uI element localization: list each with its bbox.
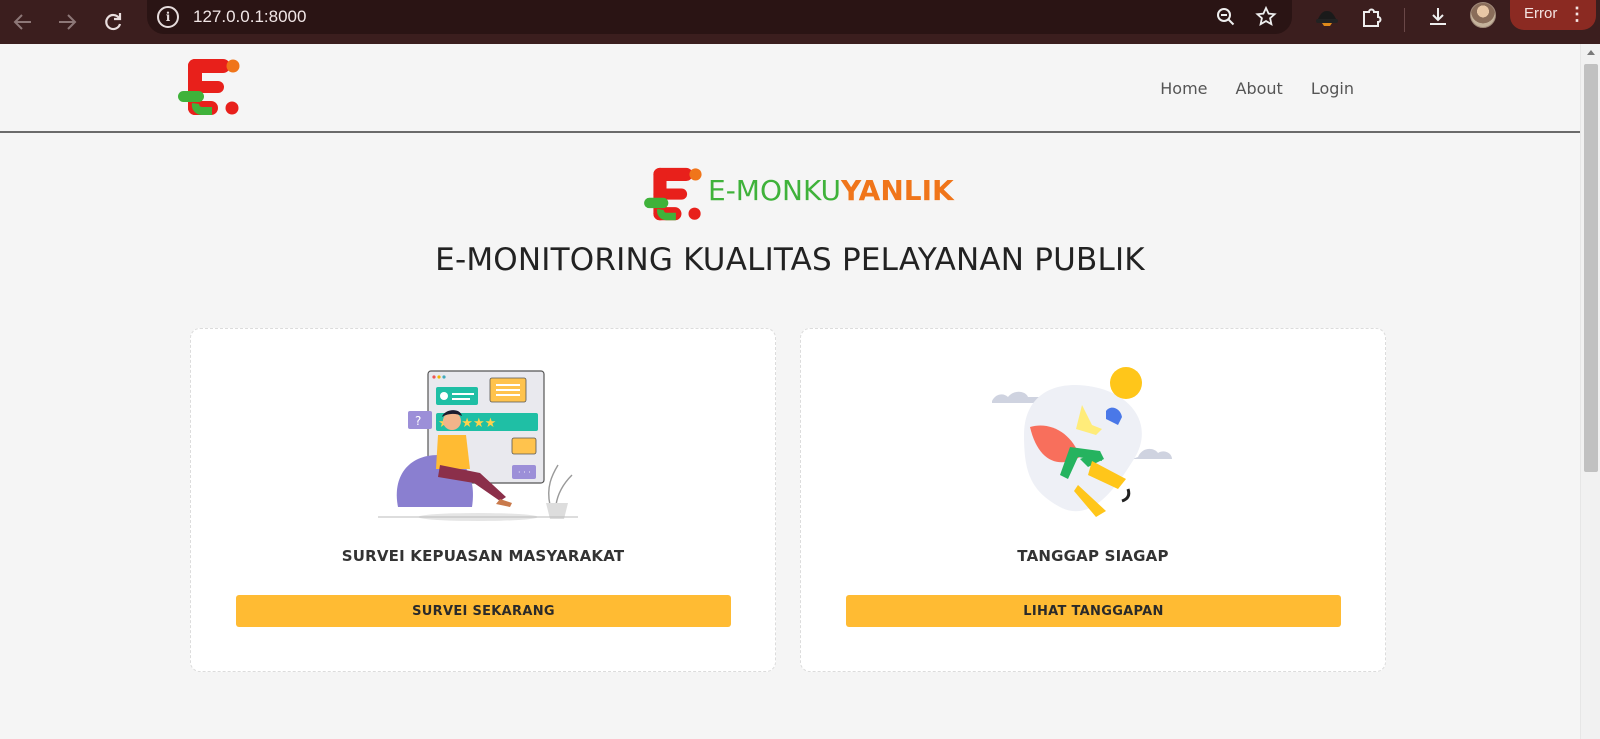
zoom-out-icon[interactable]	[1211, 2, 1241, 32]
nav-link-login[interactable]: Login	[1309, 75, 1356, 102]
download-icon[interactable]	[1423, 2, 1453, 32]
forward-icon[interactable]	[49, 4, 85, 40]
svg-text:· · ·: · · ·	[518, 468, 531, 477]
response-card-title: TANGGAP SIAGAP	[1017, 547, 1169, 565]
view-responses-button[interactable]: LIHAT TANGGAPAN	[846, 595, 1341, 627]
profile-avatar[interactable]	[1470, 2, 1496, 28]
brand-wordmark-part1: E-MONKU	[708, 174, 842, 207]
reload-icon[interactable]	[95, 4, 131, 40]
scrollbar-thumb[interactable]	[1584, 64, 1598, 472]
brand-wordmark-part2: YANLIK	[841, 174, 954, 207]
browser-toolbar: i 127.0.0.1:8000 Error ⋮	[0, 0, 1600, 44]
brand-wordmark: E-MONKUYANLIK	[708, 174, 954, 207]
survey-card: ★★★★★ · · · ? SURVEI KEPUASAN MASYARAKAT…	[190, 328, 776, 672]
kebab-menu-icon[interactable]: ⋮	[1568, 0, 1586, 28]
back-icon[interactable]	[5, 4, 41, 40]
svg-text:?: ?	[415, 414, 421, 428]
extension-hat-icon[interactable]	[1312, 2, 1342, 32]
page-title: E-MONITORING KUALITAS PELAYANAN PUBLIK	[435, 242, 1145, 278]
survey-card-title: SURVEI KEPUASAN MASYARAKAT	[341, 547, 625, 565]
rocket-illustration	[992, 367, 1172, 517]
survey-now-button[interactable]: SURVEI SEKARANG	[236, 595, 731, 627]
response-card: TANGGAP SIAGAP LIHAT TANGGAPAN	[800, 328, 1386, 672]
scroll-up-icon[interactable]	[1587, 50, 1595, 55]
site-navbar: Home About Login	[0, 44, 1580, 133]
brand-logo-icon[interactable]	[178, 57, 242, 119]
star-icon[interactable]	[1251, 2, 1281, 32]
url-text[interactable]: 127.0.0.1:8000	[193, 7, 306, 27]
hero-logo-icon	[644, 167, 702, 221]
survey-illustration: ★★★★★ · · · ?	[378, 370, 578, 521]
nav-link-about[interactable]: About	[1234, 75, 1285, 102]
address-bar[interactable]: i 127.0.0.1:8000	[147, 0, 1292, 34]
error-button[interactable]: Error ⋮	[1510, 0, 1596, 30]
error-label: Error	[1524, 5, 1558, 22]
nav-link-home[interactable]: Home	[1158, 75, 1209, 102]
info-icon[interactable]: i	[157, 6, 179, 28]
nav-links: Home About Login	[1158, 75, 1356, 102]
toolbar-divider	[1404, 8, 1405, 32]
page-scrollbar[interactable]	[1580, 44, 1600, 739]
puzzle-icon[interactable]	[1356, 2, 1386, 32]
